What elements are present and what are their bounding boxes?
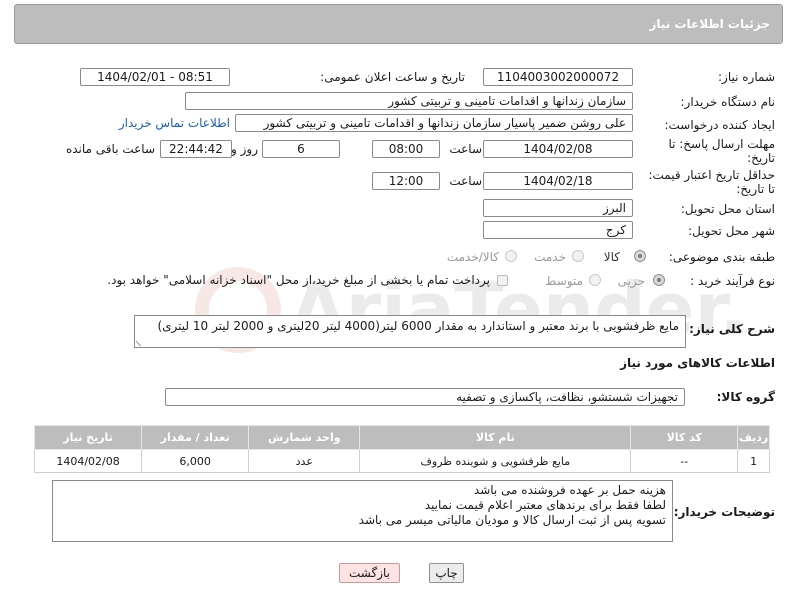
description-label: شرح کلی نیاز: xyxy=(689,322,775,336)
treasury-payment-note: پرداخت تمام یا بخشی از مبلغ خرید،از محل … xyxy=(107,273,490,287)
purchase-option-medium: متوسط xyxy=(545,274,583,288)
col-date-header: تاریخ نیاز xyxy=(33,425,143,450)
category-radio-service[interactable] xyxy=(572,250,584,262)
reply-days-field: 6 xyxy=(262,140,340,158)
treasury-payment-checkbox[interactable] xyxy=(497,275,508,286)
remaining-time-field: 22:44:42 xyxy=(160,140,232,158)
resize-grip-icon xyxy=(135,336,146,347)
price-validity-time-field: 12:00 xyxy=(372,172,440,190)
delivery-province-label: استان محل تحویل: xyxy=(680,202,775,216)
col-qty-header: تعداد / مقدار xyxy=(141,425,250,450)
buyer-note-line: تسویه پس از ثبت ارسال کالا و مودیان مالی… xyxy=(358,513,666,527)
panel-header: جزئیات اطلاعات نیاز xyxy=(14,4,783,44)
need-number-label: شماره نیاز: xyxy=(718,70,775,84)
col-unit-header: واحد شمارش xyxy=(248,425,361,450)
price-validity-date-field: 1404/02/18 xyxy=(483,172,633,190)
description-textarea[interactable]: مایع ظرفشویی با برند معتبر و استاندارد ب… xyxy=(134,315,686,348)
remaining-time-label: ساعت باقی مانده xyxy=(65,142,155,156)
buyer-note-line: لطفا فقط برای برندهای معتبر اعلام قیمت ن… xyxy=(424,498,666,512)
goods-group-field: تجهیزات شستشو، نظافت، پاکسازی و تصفیه xyxy=(165,388,685,406)
category-radio-goods-service[interactable] xyxy=(505,250,517,262)
category-option-goods: کالا xyxy=(603,250,620,264)
reply-deadline-time-field: 08:00 xyxy=(372,140,440,158)
cell-row: 1 xyxy=(737,449,770,473)
reply-deadline-date-field: 1404/02/08 xyxy=(483,140,633,158)
price-validity-label-2: تا تاریخ: xyxy=(736,182,775,196)
delivery-city-field: کرج xyxy=(483,221,633,239)
back-button[interactable]: بازگشت xyxy=(339,563,400,583)
reply-deadline-time-label: ساعت xyxy=(449,142,482,156)
goods-group-label: گروه کالا: xyxy=(716,390,775,404)
cell-unit: عدد xyxy=(248,449,361,473)
cell-qty: 6,000 xyxy=(141,449,250,473)
purchase-option-partial: جزیی xyxy=(617,274,645,288)
col-name-header: نام کالا xyxy=(359,425,632,450)
buyer-org-field: سازمان زندانها و اقدامات تامینی و تربیتی… xyxy=(185,92,633,110)
creator-field: علی روشن ضمیر پاسیار سازمان زندانها و اق… xyxy=(235,114,633,132)
buyer-notes-textarea[interactable]: هزینه حمل بر عهده فروشنده می باشد لطفا ف… xyxy=(52,480,673,542)
announce-datetime-label: تاریخ و ساعت اعلان عمومی: xyxy=(320,70,465,84)
category-label: طبقه بندی موضوعی: xyxy=(668,250,775,264)
need-number-field: 1104003002000072 xyxy=(483,68,633,86)
category-option-service: خدمت xyxy=(534,250,566,264)
announce-datetime-field: 1404/02/01 - 08:51 xyxy=(80,68,230,86)
purchase-type-label: نوع فرآیند خرید : xyxy=(690,274,775,288)
price-validity-label: حداقل تاریخ اعتبار قیمت: xyxy=(648,168,775,182)
price-validity-time-label: ساعت xyxy=(449,174,482,188)
delivery-city-label: شهر محل تحویل: xyxy=(688,224,775,238)
buyer-notes-label: توضیحات خریدار: xyxy=(673,505,775,519)
purchase-radio-partial[interactable] xyxy=(653,274,665,286)
goods-section-title: اطلاعات کالاهای مورد نیاز xyxy=(620,356,775,370)
purchase-radio-medium[interactable] xyxy=(589,274,601,286)
buyer-org-label: نام دستگاه خریدار: xyxy=(680,95,776,109)
panel-title: جزئیات اطلاعات نیاز xyxy=(649,17,770,31)
table-row: 1 -- مایع ظرفشویی و شوینده ظروف عدد 6,00… xyxy=(33,449,770,473)
creator-label: ایجاد کننده درخواست: xyxy=(664,118,775,132)
reply-deadline-label-2: تاریخ: xyxy=(747,151,775,165)
table-header-row: ردیف کد کالا نام کالا واحد شمارش تعداد /… xyxy=(33,425,770,450)
category-radio-goods[interactable] xyxy=(634,250,646,262)
delivery-province-field: البرز xyxy=(483,199,633,217)
cell-code: -- xyxy=(630,449,739,473)
buyer-contact-link[interactable]: اطلاعات تماس خریدار xyxy=(119,116,230,130)
reply-days-label: روز و xyxy=(231,142,258,156)
reply-deadline-label: مهلت ارسال پاسخ: تا xyxy=(668,137,775,151)
description-text: مایع ظرفشویی با برند معتبر و استاندارد ب… xyxy=(157,319,679,333)
buyer-note-line: هزینه حمل بر عهده فروشنده می باشد xyxy=(473,483,666,497)
col-row-header: ردیف xyxy=(737,425,770,450)
category-option-goods-service: کالا/خدمت xyxy=(446,250,499,264)
cell-name: مایع ظرفشویی و شوینده ظروف xyxy=(359,449,632,473)
col-code-header: کد کالا xyxy=(630,425,739,450)
items-table: ردیف کد کالا نام کالا واحد شمارش تعداد /… xyxy=(33,425,770,473)
print-button[interactable]: چاپ xyxy=(429,563,464,583)
cell-date: 1404/02/08 xyxy=(33,449,143,473)
